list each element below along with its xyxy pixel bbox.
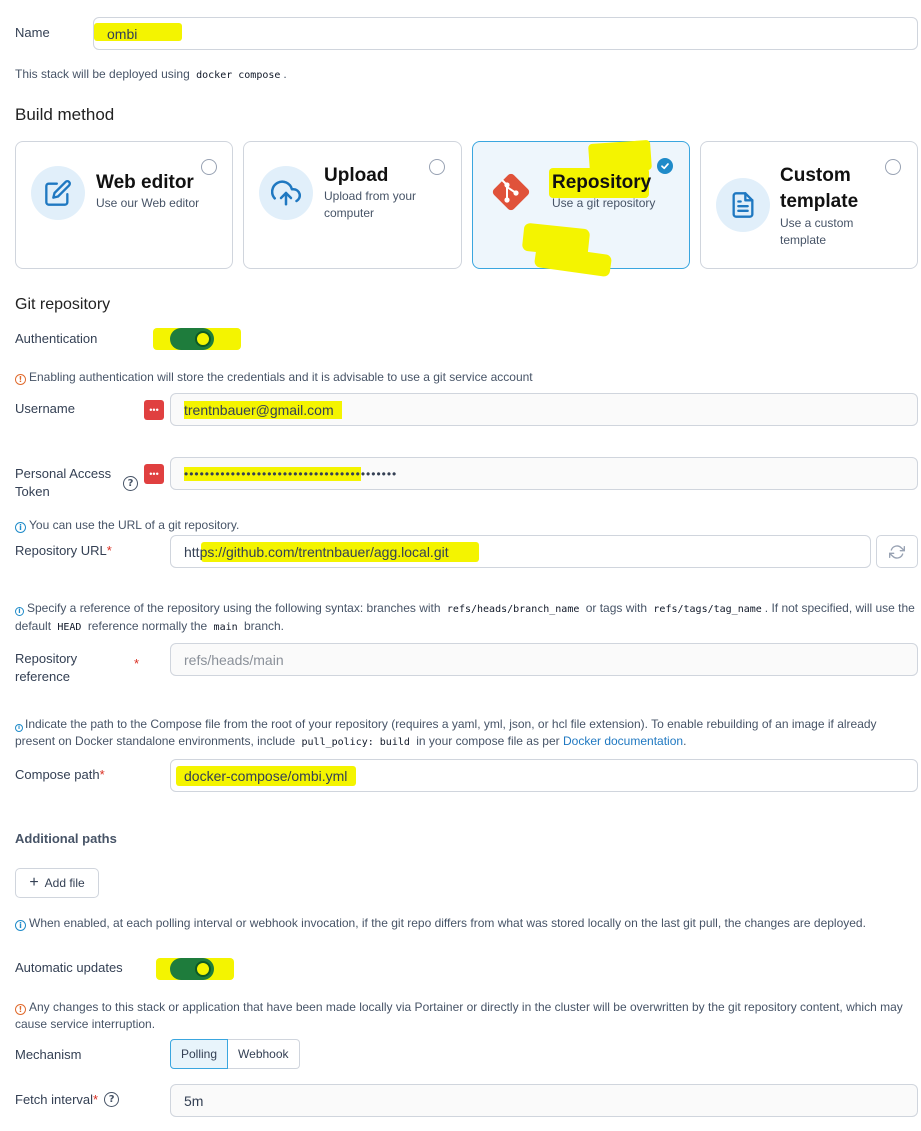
- card-title: Custom template: [780, 165, 859, 212]
- repository-reference-placeholder: refs/heads/main: [184, 651, 284, 668]
- password-manager-icon[interactable]: •••: [144, 400, 164, 420]
- authentication-toggle[interactable]: [170, 328, 214, 350]
- note-text: Specify a reference of the repository us…: [27, 601, 441, 615]
- note-code: HEAD: [57, 622, 82, 633]
- fetch-interval-value: 5m: [184, 1092, 204, 1109]
- build-option-upload[interactable]: Upload Upload from your computer: [243, 141, 462, 269]
- mechanism-option-webhook[interactable]: Webhook: [228, 1039, 300, 1069]
- repository-reference-input[interactable]: refs/heads/main: [170, 643, 918, 676]
- note-code: pull_policy: build: [301, 737, 410, 748]
- warning-icon: !: [15, 374, 26, 385]
- edit-icon: [31, 166, 85, 220]
- overwrite-warning: ! Any changes to this stack or applicatio…: [15, 999, 910, 1033]
- info-icon: i: [15, 724, 23, 732]
- automatic-updates-label: Automatic updates: [15, 960, 123, 975]
- repository-url-input[interactable]: https://github.com/trentnbauer/agg.local…: [170, 535, 871, 568]
- fetch-interval-label-text: Fetch interval: [15, 1092, 94, 1107]
- card-title: Upload: [324, 165, 389, 186]
- note-code: main: [213, 622, 238, 633]
- mechanism-label: Mechanism: [15, 1047, 82, 1062]
- url-note: i You can use the URL of a git repository…: [15, 517, 239, 534]
- reference-note: i Specify a reference of the repository u…: [15, 600, 915, 636]
- auto-update-note-text: When enabled, at each polling interval o…: [29, 916, 866, 930]
- warning-icon: !: [15, 1004, 26, 1015]
- username-value: trentnbauer@gmail.com: [184, 400, 342, 419]
- fetch-interval-input[interactable]: 5m: [170, 1084, 918, 1117]
- name-input[interactable]: ombi: [93, 17, 918, 50]
- mechanism-selector: Polling Webhook: [170, 1039, 300, 1069]
- radio-button[interactable]: [201, 159, 217, 175]
- radio-button[interactable]: [885, 159, 901, 175]
- git-icon: [489, 170, 533, 214]
- username-input[interactable]: trentnbauer@gmail.com: [170, 393, 918, 426]
- note-code: refs/heads/branch_name: [446, 604, 580, 615]
- git-repository-heading: Git repository: [15, 296, 111, 313]
- radio-checked-icon[interactable]: [657, 158, 673, 174]
- repository-url-value: https://github.com/trentnbauer/agg.local…: [184, 543, 449, 560]
- card-desc: Upload from your computer: [324, 189, 417, 220]
- overwrite-warning-text: Any changes to this stack or application…: [15, 1000, 903, 1031]
- info-icon: i: [15, 607, 24, 616]
- card-title: Repository: [552, 172, 652, 193]
- cloud-upload-icon: [259, 166, 313, 220]
- compose-note: i Indicate the path to the Compose file f…: [15, 716, 910, 751]
- repository-url-label: Repository URL*: [15, 543, 112, 558]
- compose-path-input[interactable]: docker-compose/ombi.yml: [170, 759, 918, 792]
- note-text: .: [683, 734, 687, 748]
- required-marker: *: [134, 656, 140, 671]
- refresh-button[interactable]: [876, 535, 918, 568]
- compose-path-label-text: Compose path: [15, 767, 100, 782]
- authentication-label: Authentication: [15, 331, 98, 346]
- build-method-heading: Build method: [15, 105, 115, 124]
- url-note-text: You can use the URL of a git repository.: [29, 518, 240, 532]
- mechanism-option-polling[interactable]: Polling: [170, 1039, 229, 1069]
- additional-paths-heading: Additional paths: [15, 831, 117, 846]
- info-icon: i: [15, 920, 26, 931]
- docker-documentation-link[interactable]: Docker documentation: [563, 734, 683, 748]
- build-option-custom-template[interactable]: Custom template Use a custom template: [700, 141, 918, 269]
- compose-path-label: Compose path*: [15, 767, 105, 782]
- password-manager-icon[interactable]: •••: [144, 464, 164, 484]
- username-label: Username: [15, 401, 75, 416]
- note-text: in your compose file as per: [416, 734, 560, 748]
- card-title: Web editor: [96, 172, 194, 193]
- deploy-note-text: This stack will be deployed using: [15, 67, 190, 81]
- note-code: refs/tags/tag_name: [653, 604, 762, 615]
- card-desc: Use a git repository: [552, 196, 656, 210]
- deploy-note-suffix: .: [283, 67, 287, 81]
- deploy-note-code: docker compose: [196, 70, 281, 81]
- radio-button[interactable]: [429, 159, 445, 175]
- build-option-repository[interactable]: Repository Use a git repository: [472, 139, 690, 278]
- token-label: Personal Access Token: [15, 466, 112, 499]
- note-text: or tags with: [585, 601, 648, 615]
- card-desc: Use a custom template: [780, 216, 854, 247]
- card-desc: Use our Web editor: [96, 196, 200, 210]
- compose-path-value: docker-compose/ombi.yml: [184, 767, 348, 784]
- help-icon[interactable]: ?: [104, 1092, 120, 1107]
- auth-warning: ! Enabling authentication will store the …: [15, 369, 533, 386]
- deploy-note: This stack will be deployed using docker…: [15, 66, 287, 84]
- repository-url-label-text: Repository URL: [15, 543, 107, 558]
- plus-icon: +: [29, 874, 39, 891]
- name-value: ombi: [107, 25, 138, 42]
- repository-reference-label: Repository reference: [15, 651, 78, 684]
- fetch-interval-label: Fetch interval * ?: [15, 1092, 120, 1107]
- note-text: reference normally the: [87, 619, 208, 633]
- auth-warning-text: Enabling authentication will store the c…: [29, 370, 533, 384]
- automatic-updates-toggle[interactable]: [170, 958, 214, 980]
- token-value: ••••••••••••••••••••••••••••••••••••••••…: [184, 466, 398, 481]
- file-text-icon: [716, 178, 770, 232]
- help-icon[interactable]: ?: [123, 474, 138, 491]
- auto-update-note: i When enabled, at each polling interval …: [15, 915, 895, 932]
- add-file-label: Add file: [44, 876, 85, 890]
- token-input[interactable]: ••••••••••••••••••••••••••••••••••••••••…: [170, 457, 918, 490]
- refresh-icon: [889, 544, 905, 559]
- note-text: branch.: [243, 619, 285, 633]
- info-icon: i: [15, 522, 26, 533]
- add-file-button[interactable]: + Add file: [15, 868, 99, 898]
- build-option-web-editor[interactable]: Web editor Use our Web editor: [15, 141, 233, 269]
- highlight-mark: [533, 244, 613, 278]
- name-label: Name: [15, 25, 50, 40]
